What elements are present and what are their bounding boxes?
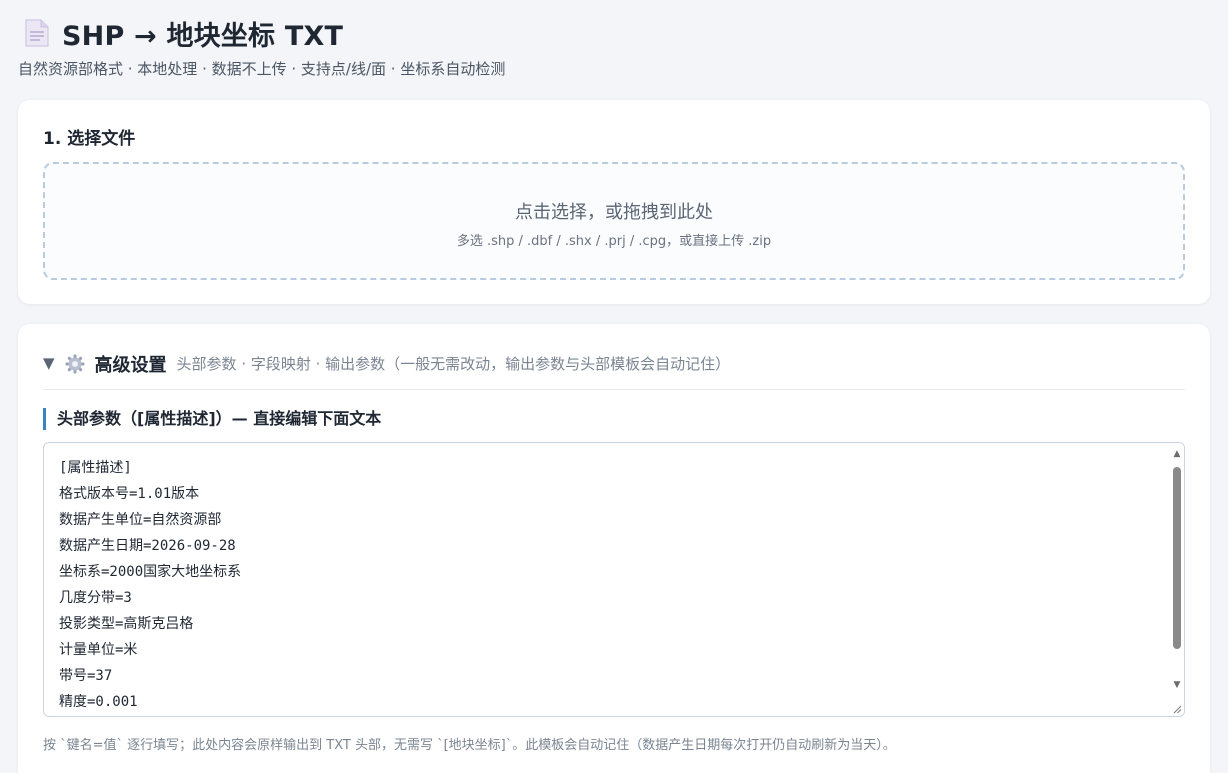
resize-handle-icon[interactable] [1172,704,1182,714]
title-row: SHP → 地块坐标 TXT [18,14,1210,52]
dropzone-main-text: 点击选择，或拖拽到此处 [515,201,713,223]
file-section-title: 1. 选择文件 [43,129,136,149]
file-select-card: 1. 选择文件 点击选择，或拖拽到此处 多选 .shp / .dbf / .sh… [18,100,1210,304]
header-params-text[interactable]: [属性描述] 格式版本号=1.01版本 数据产生单位=自然资源部 数据产生日期=… [44,443,1170,716]
scroll-up-arrow-icon[interactable]: ▲ [1172,449,1182,459]
expand-triangle-icon: ▼ [43,353,55,372]
file-dropzone[interactable]: 点击选择，或拖拽到此处 多选 .shp / .dbf / .shx / .prj… [43,162,1185,280]
page-subtitle: 自然资源部格式 · 本地处理 · 数据不上传 · 支持点/线/面 · 坐标系自动… [18,60,506,78]
document-icon [25,19,49,47]
page-title: SHP → 地块坐标 TXT [62,20,344,52]
advanced-settings-card: ▼ 高级设置 头部参数 · 字段映射 · 输出参数（一般无需改动，输出参数与头部… [18,324,1210,773]
gear-icon [65,354,85,373]
header-params-textarea[interactable]: [属性描述] 格式版本号=1.01版本 数据产生单位=自然资源部 数据产生日期=… [43,442,1185,717]
scroll-down-arrow-icon[interactable]: ▼ [1172,680,1182,690]
header-params-hint: 按 `键名=值` 逐行填写；此处内容会原样输出到 TXT 头部，无需写 `[地块… [43,738,896,753]
dropzone-hint-text: 多选 .shp / .dbf / .shx / .prj / .cpg，或直接上… [456,233,772,249]
advanced-settings-description: 头部参数 · 字段映射 · 输出参数（一般无需改动，输出参数与头部模板会自动记住… [176,355,731,373]
header-params-heading: 头部参数（[属性描述]）— 直接编辑下面文本 [43,408,381,430]
advanced-settings-title: 高级设置 [94,354,167,376]
textarea-scrollbar[interactable]: ▲ ▼ [1170,443,1184,716]
advanced-settings-toggle[interactable]: ▼ 高级设置 头部参数 · 字段映射 · 输出参数（一般无需改动，输出参数与头部… [43,346,1185,390]
page-header: SHP → 地块坐标 TXT 自然资源部格式 · 本地处理 · 数据不上传 · … [18,14,1210,79]
scrollbar-thumb[interactable] [1173,467,1181,649]
